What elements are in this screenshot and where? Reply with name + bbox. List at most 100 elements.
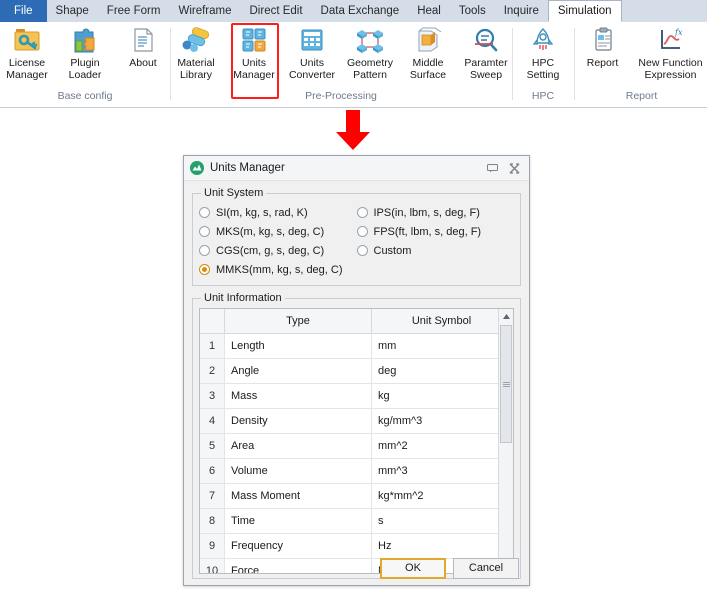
unit-information-table-wrap: Type Unit Symbol 1 Length mm 2 Angle deg…	[199, 308, 514, 574]
row-index: 5	[200, 433, 225, 459]
radio-mks[interactable]: MKS(m, kg, s, deg, C)	[199, 222, 357, 241]
column-header-unit-symbol[interactable]: Unit Symbol	[371, 309, 512, 334]
radio-fps-mark	[356, 226, 368, 237]
dialog-title: Units Manager	[210, 162, 285, 174]
tab-file[interactable]: File	[0, 0, 47, 22]
ribbon-group-report-label: Report	[625, 90, 658, 102]
clipboard-icon	[588, 25, 618, 55]
radio-cgs-mark	[199, 245, 210, 256]
column-header-type[interactable]: Type	[224, 309, 372, 334]
ribbon-button-geometry-pattern[interactable]: Geometry Pattern	[341, 22, 399, 81]
ribbon-button-hpc-setting[interactable]: HPC Setting	[514, 22, 572, 81]
ribbon-button-middle-surface[interactable]: Middle Surface	[399, 22, 457, 81]
radio-custom[interactable]: Custom	[356, 241, 515, 260]
ribbon-button-paramter-sweep[interactable]: Paramter Sweep	[457, 22, 515, 81]
radio-custom-label: Custom	[373, 244, 412, 257]
table-row[interactable]: 8 Time s	[200, 508, 512, 534]
tab-tools[interactable]: Tools	[450, 0, 495, 22]
cancel-button[interactable]: Cancel	[453, 557, 519, 579]
table-vertical-scrollbar[interactable]	[498, 309, 513, 573]
radio-si[interactable]: SI(m, kg, s, rad, K)	[199, 203, 357, 222]
tab-data-exchange-label: Data Exchange	[320, 5, 400, 17]
table-row[interactable]: 7 Mass Moment kg*mm^2	[200, 483, 512, 509]
radio-ips-label: IPS(in, lbm, s, deg, F)	[373, 206, 480, 219]
unit-system-legend: Unit System	[204, 187, 264, 199]
table-row[interactable]: 4 Density kg/mm^3	[200, 408, 512, 434]
scrollbar-thumb[interactable]	[500, 325, 512, 443]
ribbon-button-units-converter[interactable]: Units Converter	[283, 22, 341, 81]
row-type: Volume	[224, 458, 372, 484]
unit-system-column-left: SI(m, kg, s, rad, K) MKS(m, kg, s, deg, …	[199, 203, 357, 279]
ribbon-button-material-library-label: Material Library	[177, 57, 215, 81]
radio-custom-mark	[356, 245, 368, 256]
tab-tools-label: Tools	[458, 5, 486, 17]
column-header-index[interactable]	[200, 309, 225, 334]
scroll-up-arrow-icon[interactable]	[499, 309, 513, 323]
tab-heal[interactable]: Heal	[408, 0, 450, 22]
dialog-close-button[interactable]	[505, 160, 523, 176]
row-index: 4	[200, 408, 225, 434]
table-row[interactable]: 6 Volume mm^3	[200, 458, 512, 484]
row-symbol: kg/mm^3	[371, 408, 512, 434]
row-symbol: mm^3	[371, 458, 512, 484]
row-symbol: mm	[371, 333, 512, 359]
tab-wireframe[interactable]: Wireframe	[169, 0, 240, 22]
ribbon-button-units-manager[interactable]: Units Manager	[225, 22, 283, 81]
radio-cgs-label: CGS(cm, g, s, deg, C)	[216, 244, 325, 257]
svg-text:fx: fx	[674, 28, 683, 37]
radio-cgs[interactable]: CGS(cm, g, s, deg, C)	[199, 241, 357, 260]
dialog-collapse-button[interactable]	[483, 160, 501, 176]
tab-file-label: File	[14, 5, 33, 17]
row-type: Angle	[224, 358, 372, 384]
radio-mks-mark	[199, 226, 210, 237]
table-row[interactable]: 2 Angle deg	[200, 358, 512, 384]
pattern-nodes-icon	[353, 25, 387, 55]
table-row[interactable]: 5 Area mm^2	[200, 433, 512, 459]
tab-inquire[interactable]: Inquire	[495, 0, 548, 22]
ribbon-button-plugin-loader[interactable]: Plugin Loader	[56, 22, 114, 81]
tab-free-form[interactable]: Free Form	[98, 0, 170, 22]
ribbon-group-base-config: License Manager Plugin Loader About Base…	[0, 22, 170, 108]
radio-mks-label: MKS(m, kg, s, deg, C)	[216, 225, 325, 238]
ribbon-button-about[interactable]: About	[114, 22, 172, 70]
dialog-footer: OK Cancel	[184, 551, 529, 585]
ribbon-button-material-library[interactable]: Material Library	[167, 22, 225, 81]
tab-direct-edit[interactable]: Direct Edit	[241, 0, 312, 22]
row-index: 6	[200, 458, 225, 484]
radio-fps[interactable]: FPS(ft, lbm, s, deg, F)	[356, 222, 515, 241]
table-row[interactable]: 1 Length mm	[200, 333, 512, 359]
ribbon-tab-strip: File Shape Free Form Wireframe Direct Ed…	[0, 0, 707, 22]
radio-mmks-label: MMKS(mm, kg, s, deg, C)	[216, 263, 343, 276]
ribbon-button-license-manager-label: License Manager	[6, 57, 48, 81]
tab-free-form-label: Free Form	[106, 5, 161, 17]
radio-mmks-mark	[199, 264, 210, 275]
ribbon-body: License Manager Plugin Loader About Base…	[0, 22, 707, 108]
table-header-row: Type Unit Symbol	[200, 309, 512, 334]
ribbon-button-new-function-expression[interactable]: fx New Function Expression	[632, 22, 707, 81]
row-symbol: kg*mm^2	[371, 483, 512, 509]
ribbon-button-plugin-loader-label: Plugin Loader	[68, 57, 102, 81]
row-type: Mass	[224, 383, 372, 409]
dialog-title-bar: Units Manager	[184, 156, 529, 181]
row-index: 8	[200, 508, 225, 534]
ok-button[interactable]: OK	[380, 557, 446, 579]
tab-shape[interactable]: Shape	[47, 0, 98, 22]
table-row[interactable]: 3 Mass kg	[200, 383, 512, 409]
radio-ips-mark	[356, 207, 368, 218]
unit-information-legend: Unit Information	[204, 292, 282, 304]
tab-inquire-label: Inquire	[503, 5, 539, 17]
tab-direct-edit-label: Direct Edit	[249, 5, 303, 17]
ribbon-button-license-manager[interactable]: License Manager	[0, 22, 56, 81]
units-grid-icon	[239, 25, 269, 55]
unit-system-group: Unit System SI(m, kg, s, rad, K) MKS(m, …	[192, 187, 521, 286]
ribbon-button-report[interactable]: Report	[574, 22, 632, 70]
radio-ips[interactable]: IPS(in, lbm, s, deg, F)	[356, 203, 515, 222]
ribbon-group-pre-processing-label: Pre-Processing	[305, 90, 377, 102]
tab-data-exchange[interactable]: Data Exchange	[312, 0, 409, 22]
ribbon-button-units-converter-label: Units Converter	[288, 57, 336, 81]
ribbon-button-about-label: About	[129, 57, 157, 69]
tab-wireframe-label: Wireframe	[178, 5, 232, 17]
radio-mmks[interactable]: MMKS(mm, kg, s, deg, C)	[199, 260, 357, 279]
row-type: Area	[224, 433, 372, 459]
tab-simulation[interactable]: Simulation	[547, 0, 622, 22]
